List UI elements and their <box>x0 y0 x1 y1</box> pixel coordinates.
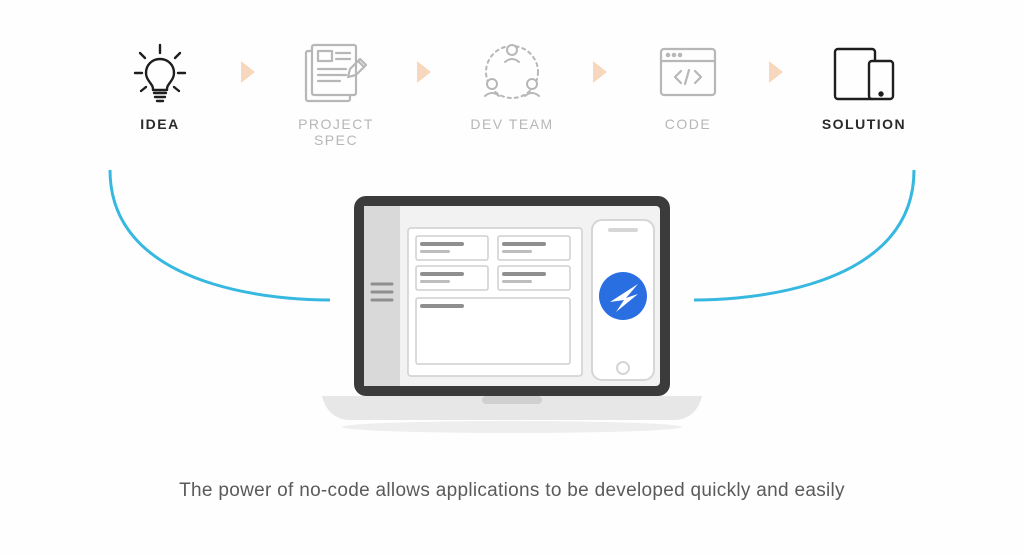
devices-icon <box>827 36 901 106</box>
caption-text: The power of no-code allows applications… <box>0 480 1024 502</box>
laptop-illustration <box>302 190 722 455</box>
step-label: PROJECT SPEC <box>276 116 396 148</box>
step-label: SOLUTION <box>822 116 906 132</box>
process-flow: IDEA PROJEC <box>0 36 1024 148</box>
team-icon <box>473 36 551 106</box>
code-window-icon <box>653 36 723 106</box>
chevron-right-icon <box>762 58 790 86</box>
step-idea: IDEA <box>100 36 220 132</box>
step-dev-team: DEV TEAM <box>452 36 572 132</box>
step-label: IDEA <box>140 116 179 132</box>
step-label: DEV TEAM <box>470 116 553 132</box>
step-label: CODE <box>665 116 711 132</box>
step-project-spec: PROJECT SPEC <box>276 36 396 148</box>
chevron-right-icon <box>234 58 262 86</box>
document-spec-icon <box>300 36 372 106</box>
chevron-right-icon <box>410 58 438 86</box>
step-solution: SOLUTION <box>804 36 924 132</box>
chevron-right-icon <box>586 58 614 86</box>
step-code: CODE <box>628 36 748 132</box>
lightbulb-icon <box>126 36 194 106</box>
